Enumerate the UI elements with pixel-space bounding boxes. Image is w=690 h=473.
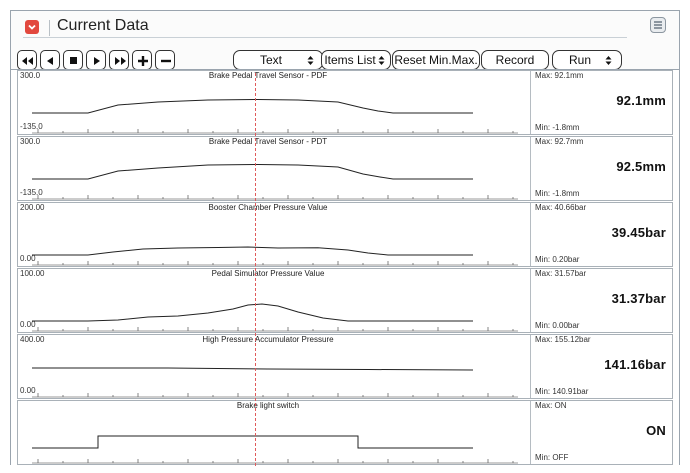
max-value: Max: 40.66bar <box>535 203 587 212</box>
value-readout: Max: 40.66bar 39.45bar Min: 0.20bar <box>531 203 672 266</box>
graph-area[interactable]: 300.0 -135.0 Brake Pedal Travel Sensor - P… <box>18 137 531 200</box>
y-axis-min-label: 0.00 <box>20 386 36 395</box>
spinner-icon <box>605 56 612 65</box>
reset-min-max-button[interactable]: Reset Min.Max. <box>392 50 480 70</box>
collapse-icon[interactable] <box>25 20 39 34</box>
y-axis-max-label: 300.0 <box>20 71 41 80</box>
graph-area[interactable]: Brake light switch <box>18 401 531 464</box>
run-mode-select[interactable]: Run <box>552 50 622 70</box>
current-value: ON <box>646 423 666 438</box>
min-value: Min: 0.20bar <box>535 255 580 264</box>
play-button[interactable] <box>86 50 106 70</box>
parameter-name: Booster Chamber Pressure Value <box>208 203 328 212</box>
parameter-panel[interactable]: Brake light switch Max: ON ON Min: OFF <box>17 400 673 465</box>
spinner-icon <box>307 56 314 65</box>
play-icon <box>94 57 100 65</box>
max-value: Max: 31.57bar <box>535 269 587 278</box>
y-axis-min-label: -135.0 <box>20 188 43 197</box>
y-axis-min-label: 0.00 <box>20 254 36 263</box>
parameter-panel[interactable]: 300.0 -135.0 Brake Pedal Travel Sensor - P… <box>17 70 673 135</box>
current-data-window: Current Data Text Items List Reset Min.M… <box>10 10 680 466</box>
graph-canvas <box>32 98 518 134</box>
graph-area[interactable]: 400.00 0.00 High Pressure Accumulator Pres… <box>18 335 531 398</box>
max-value: Max: 92.7mm <box>535 137 584 146</box>
signal-trace <box>32 367 474 371</box>
spinner-icon <box>378 56 385 65</box>
graph-area[interactable]: 200.00 0.00 Booster Chamber Pressure Value <box>18 203 531 266</box>
y-axis-min-label: -135.0 <box>20 122 43 131</box>
record-button[interactable]: Record <box>481 50 549 70</box>
max-value: Max: 155.12bar <box>535 335 591 344</box>
stop-button[interactable] <box>63 50 83 70</box>
rewind-button[interactable] <box>17 50 37 70</box>
window-title: Current Data <box>57 17 149 34</box>
y-axis-min-label: 0.00 <box>20 320 36 329</box>
zoom-in-button[interactable] <box>132 50 152 70</box>
min-value: Min: -1.8mm <box>535 123 580 132</box>
step-back-icon <box>47 57 53 65</box>
current-value: 141.16bar <box>604 357 666 372</box>
stop-icon <box>70 57 77 64</box>
fast-forward-icon <box>115 57 126 65</box>
title-divider <box>23 37 627 38</box>
parameter-name: Pedal Simulator Pressure Value <box>211 269 325 278</box>
parameter-panel[interactable]: 400.00 0.00 High Pressure Accumulator Pres… <box>17 334 673 399</box>
graph-canvas <box>32 435 518 464</box>
value-readout: Max: ON ON Min: OFF <box>531 401 672 464</box>
current-value: 92.5mm <box>616 159 666 174</box>
parameter-name: Brake Pedal Travel Sensor - PDF <box>208 71 328 80</box>
graph-canvas <box>32 367 518 398</box>
current-value: 39.45bar <box>611 225 666 240</box>
graph-canvas <box>32 303 518 332</box>
parameter-name: Brake Pedal Travel Sensor - PDT <box>208 137 328 146</box>
graph-area[interactable]: 100.00 0.00 Pedal Simulator Pressure Value <box>18 269 531 332</box>
parameter-name: Brake light switch <box>236 401 300 410</box>
items-list-select[interactable]: Items List <box>321 50 391 70</box>
current-value: 31.37bar <box>611 291 666 306</box>
y-axis-max-label: 100.00 <box>20 269 45 278</box>
y-axis-max-label: 200.00 <box>20 203 45 212</box>
step-back-button[interactable] <box>40 50 60 70</box>
max-value: Max: ON <box>535 401 567 410</box>
min-value: Min: -1.8mm <box>535 189 580 198</box>
value-readout: Max: 92.1mm 92.1mm Min: -1.8mm <box>531 71 672 134</box>
value-readout: Max: 92.7mm 92.5mm Min: -1.8mm <box>531 137 672 200</box>
minus-icon <box>161 59 171 63</box>
signal-trace <box>32 98 473 114</box>
parameter-name: High Pressure Accumulator Pressure <box>202 335 334 344</box>
parameter-panel[interactable]: 200.00 0.00 Booster Chamber Pressure Value… <box>17 202 673 267</box>
graph-area[interactable]: 300.0 -135.0 Brake Pedal Travel Sensor - P… <box>18 71 531 134</box>
min-value: Min: 0.00bar <box>535 321 580 330</box>
view-mode-value: Text <box>259 53 282 67</box>
toolbar: Text Items List Reset Min.Max. Record Ru… <box>11 41 679 70</box>
graph-canvas <box>32 163 518 200</box>
plus-icon <box>138 56 148 66</box>
title-bar: Current Data <box>11 11 679 39</box>
y-axis-max-label: 300.0 <box>20 137 41 146</box>
graph-canvas <box>32 246 518 266</box>
parameter-panel[interactable]: 100.00 0.00 Pedal Simulator Pressure Value… <box>17 268 673 333</box>
value-readout: Max: 155.12bar 141.16bar Min: 140.91bar <box>531 335 672 398</box>
max-value: Max: 92.1mm <box>535 71 584 80</box>
graph-panels: 300.0 -135.0 Brake Pedal Travel Sensor - P… <box>11 69 679 465</box>
current-value: 92.1mm <box>616 93 666 108</box>
rewind-icon <box>22 57 33 65</box>
items-list-value: Items List <box>324 53 376 67</box>
zoom-out-button[interactable] <box>155 50 175 70</box>
signal-trace <box>32 303 473 322</box>
view-mode-select[interactable]: Text <box>233 50 323 70</box>
title-separator <box>49 20 50 36</box>
y-axis-max-label: 400.00 <box>20 335 45 344</box>
value-readout: Max: 31.57bar 31.37bar Min: 0.00bar <box>531 269 672 332</box>
signal-trace <box>32 435 473 449</box>
parameter-panel[interactable]: 300.0 -135.0 Brake Pedal Travel Sensor - P… <box>17 136 673 201</box>
signal-trace <box>32 246 473 256</box>
signal-trace <box>32 163 473 180</box>
run-mode-value: Run <box>568 53 591 67</box>
min-value: Min: 140.91bar <box>535 387 589 396</box>
fast-forward-button[interactable] <box>109 50 129 70</box>
min-value: Min: OFF <box>535 453 569 462</box>
menu-icon[interactable] <box>650 17 666 33</box>
